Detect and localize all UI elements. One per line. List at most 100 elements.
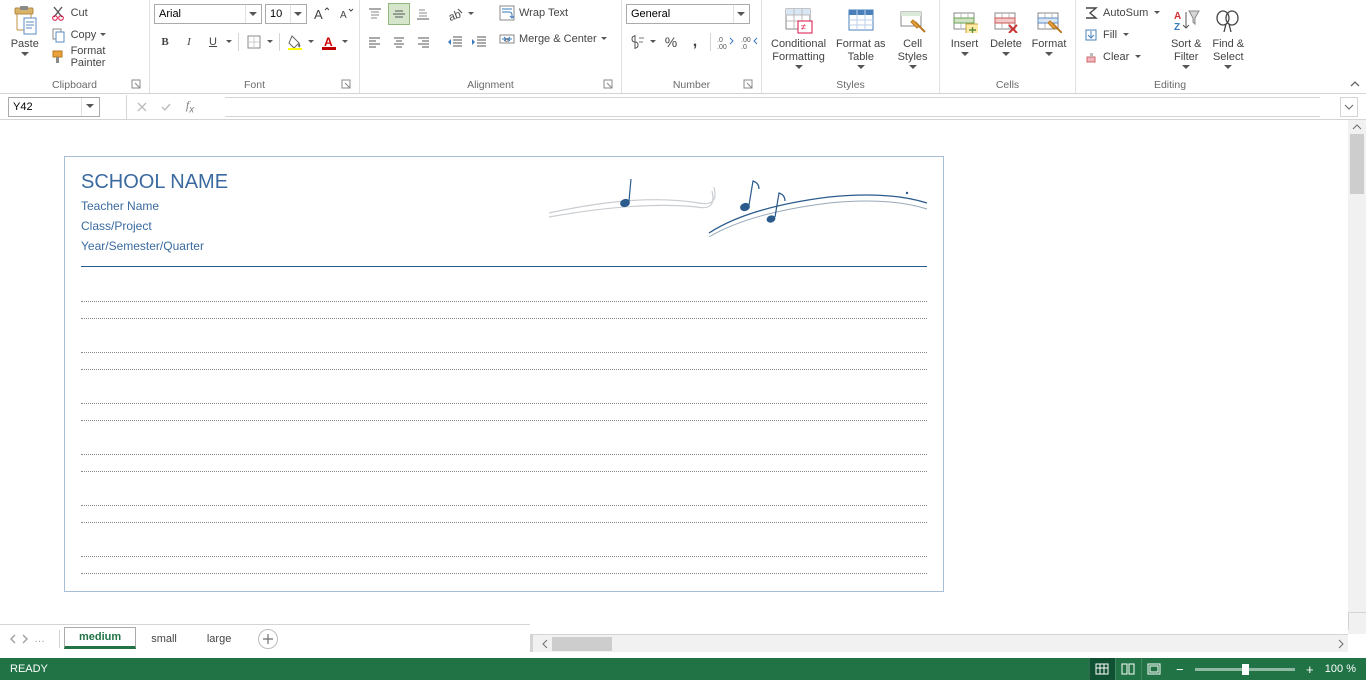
decrease-indent-button[interactable] bbox=[444, 31, 466, 53]
align-left-button[interactable] bbox=[364, 31, 386, 53]
font-size-combo[interactable] bbox=[265, 4, 307, 24]
orientation-button[interactable]: ab bbox=[444, 3, 466, 25]
clear-label: Clear bbox=[1103, 51, 1129, 63]
fill-button[interactable]: Fill bbox=[1080, 24, 1165, 46]
font-size-input[interactable] bbox=[266, 5, 290, 23]
increase-indent-button[interactable] bbox=[468, 31, 490, 53]
align-top-button[interactable] bbox=[364, 3, 386, 25]
sheet-nav-prev[interactable] bbox=[8, 632, 18, 646]
percent-button[interactable]: % bbox=[660, 31, 682, 53]
number-format-combo[interactable] bbox=[626, 4, 750, 24]
font-name-combo[interactable] bbox=[154, 4, 262, 24]
sheet-nav-next[interactable] bbox=[20, 632, 30, 646]
sort-filter-icon: AZ bbox=[1170, 5, 1202, 37]
zoom-knob[interactable] bbox=[1242, 664, 1249, 675]
sheet-tab-large[interactable]: large bbox=[192, 628, 246, 650]
sheet-tab-medium[interactable]: medium bbox=[64, 627, 136, 649]
zoom-slider[interactable] bbox=[1195, 668, 1295, 671]
scroll-left-arrow[interactable] bbox=[538, 635, 552, 653]
wrap-text-button[interactable]: Wrap Text bbox=[496, 2, 612, 24]
autosum-icon bbox=[1083, 5, 1099, 21]
scroll-up-arrow[interactable] bbox=[1348, 120, 1366, 134]
fill-color-dropdown[interactable] bbox=[306, 31, 316, 53]
find-select-button[interactable]: Find & Select bbox=[1207, 2, 1249, 74]
format-cells-button[interactable]: Format bbox=[1027, 2, 1071, 74]
dropdown-arrow-icon[interactable] bbox=[733, 5, 747, 23]
group-label-cells: Cells bbox=[996, 79, 1019, 91]
increase-font-button[interactable]: A bbox=[310, 3, 332, 25]
format-cells-icon bbox=[1033, 5, 1065, 37]
borders-dropdown[interactable] bbox=[265, 31, 275, 53]
fill-color-button[interactable] bbox=[284, 31, 306, 53]
expand-formula-bar-button[interactable] bbox=[1340, 97, 1358, 117]
dropdown-arrow-icon bbox=[1154, 11, 1162, 16]
underline-dropdown[interactable] bbox=[224, 31, 234, 53]
zoom-out-button[interactable]: − bbox=[1173, 662, 1187, 676]
clear-button[interactable]: Clear bbox=[1080, 46, 1165, 68]
formula-bar-input[interactable] bbox=[225, 97, 1320, 117]
vertical-scrollbar[interactable] bbox=[1348, 120, 1366, 634]
paste-button[interactable]: Paste bbox=[4, 2, 46, 74]
scroll-thumb[interactable] bbox=[552, 637, 612, 651]
align-right-button[interactable] bbox=[412, 31, 434, 53]
scroll-track[interactable] bbox=[552, 635, 1334, 653]
font-color-button[interactable]: A bbox=[318, 31, 340, 53]
format-as-table-button[interactable]: Format as Table bbox=[831, 2, 891, 74]
number-format-input[interactable] bbox=[627, 5, 733, 23]
collapse-ribbon-button[interactable] bbox=[1348, 77, 1362, 91]
underline-button[interactable]: U bbox=[202, 31, 224, 53]
orientation-dropdown[interactable] bbox=[466, 3, 476, 25]
comma-button[interactable]: , bbox=[684, 31, 706, 53]
dropdown-arrow-icon bbox=[100, 33, 108, 38]
cell-styles-icon bbox=[897, 5, 929, 37]
font-name-input[interactable] bbox=[155, 5, 245, 23]
insert-function-button[interactable]: fx bbox=[181, 98, 199, 116]
number-dialog-launcher[interactable] bbox=[743, 79, 755, 91]
insert-cells-button[interactable]: Insert bbox=[944, 2, 985, 74]
accounting-format-button[interactable] bbox=[626, 31, 648, 53]
decrease-decimal-button[interactable]: .00.0 bbox=[739, 31, 761, 53]
cut-button[interactable]: Cut bbox=[48, 2, 145, 24]
accounting-dropdown[interactable] bbox=[648, 31, 658, 53]
add-sheet-button[interactable] bbox=[258, 629, 278, 649]
borders-button[interactable] bbox=[243, 31, 265, 53]
font-dialog-launcher[interactable] bbox=[341, 79, 353, 91]
view-page-layout-button[interactable] bbox=[1115, 658, 1141, 680]
merge-center-button[interactable]: a Merge & Center bbox=[496, 28, 612, 50]
delete-cells-button[interactable]: Delete bbox=[985, 2, 1027, 74]
italic-button[interactable]: I bbox=[178, 31, 200, 53]
align-middle-button[interactable] bbox=[388, 3, 410, 25]
cancel-formula-button[interactable] bbox=[133, 98, 151, 116]
enter-formula-button[interactable] bbox=[157, 98, 175, 116]
alignment-dialog-launcher[interactable] bbox=[603, 79, 615, 91]
conditional-formatting-button[interactable]: ≠ Conditional Formatting bbox=[766, 2, 831, 74]
increase-decimal-button[interactable]: .0.00 bbox=[715, 31, 737, 53]
conditional-formatting-icon: ≠ bbox=[783, 5, 815, 37]
horizontal-scrollbar[interactable] bbox=[530, 634, 1348, 652]
dropdown-arrow-icon[interactable] bbox=[245, 5, 259, 23]
name-box-dropdown[interactable] bbox=[81, 98, 97, 116]
autosum-button[interactable]: AutoSum bbox=[1080, 2, 1165, 24]
sheet-tab-small[interactable]: small bbox=[136, 628, 192, 650]
paste-label: Paste bbox=[11, 38, 39, 51]
view-normal-button[interactable] bbox=[1089, 658, 1115, 680]
align-center-button[interactable] bbox=[388, 31, 410, 53]
scroll-thumb[interactable] bbox=[1350, 134, 1364, 194]
copy-button[interactable]: Copy bbox=[48, 24, 145, 46]
bold-button[interactable]: B bbox=[154, 31, 176, 53]
align-bottom-button[interactable] bbox=[412, 3, 434, 25]
zoom-in-button[interactable]: + bbox=[1303, 662, 1317, 676]
font-color-dropdown[interactable] bbox=[340, 31, 350, 53]
sort-filter-button[interactable]: AZ Sort & Filter bbox=[1165, 2, 1207, 74]
name-box[interactable] bbox=[8, 97, 100, 117]
name-box-input[interactable] bbox=[9, 101, 81, 113]
cell-styles-label: Cell Styles bbox=[898, 38, 928, 64]
scroll-right-arrow[interactable] bbox=[1334, 635, 1348, 653]
view-page-break-button[interactable] bbox=[1141, 658, 1167, 680]
decrease-font-button[interactable]: A bbox=[335, 3, 357, 25]
cell-styles-button[interactable]: Cell Styles bbox=[891, 2, 935, 74]
delete-label: Delete bbox=[990, 38, 1022, 51]
clipboard-dialog-launcher[interactable] bbox=[131, 79, 143, 91]
dropdown-arrow-icon[interactable] bbox=[290, 5, 304, 23]
format-painter-button[interactable]: Format Painter bbox=[48, 46, 145, 68]
